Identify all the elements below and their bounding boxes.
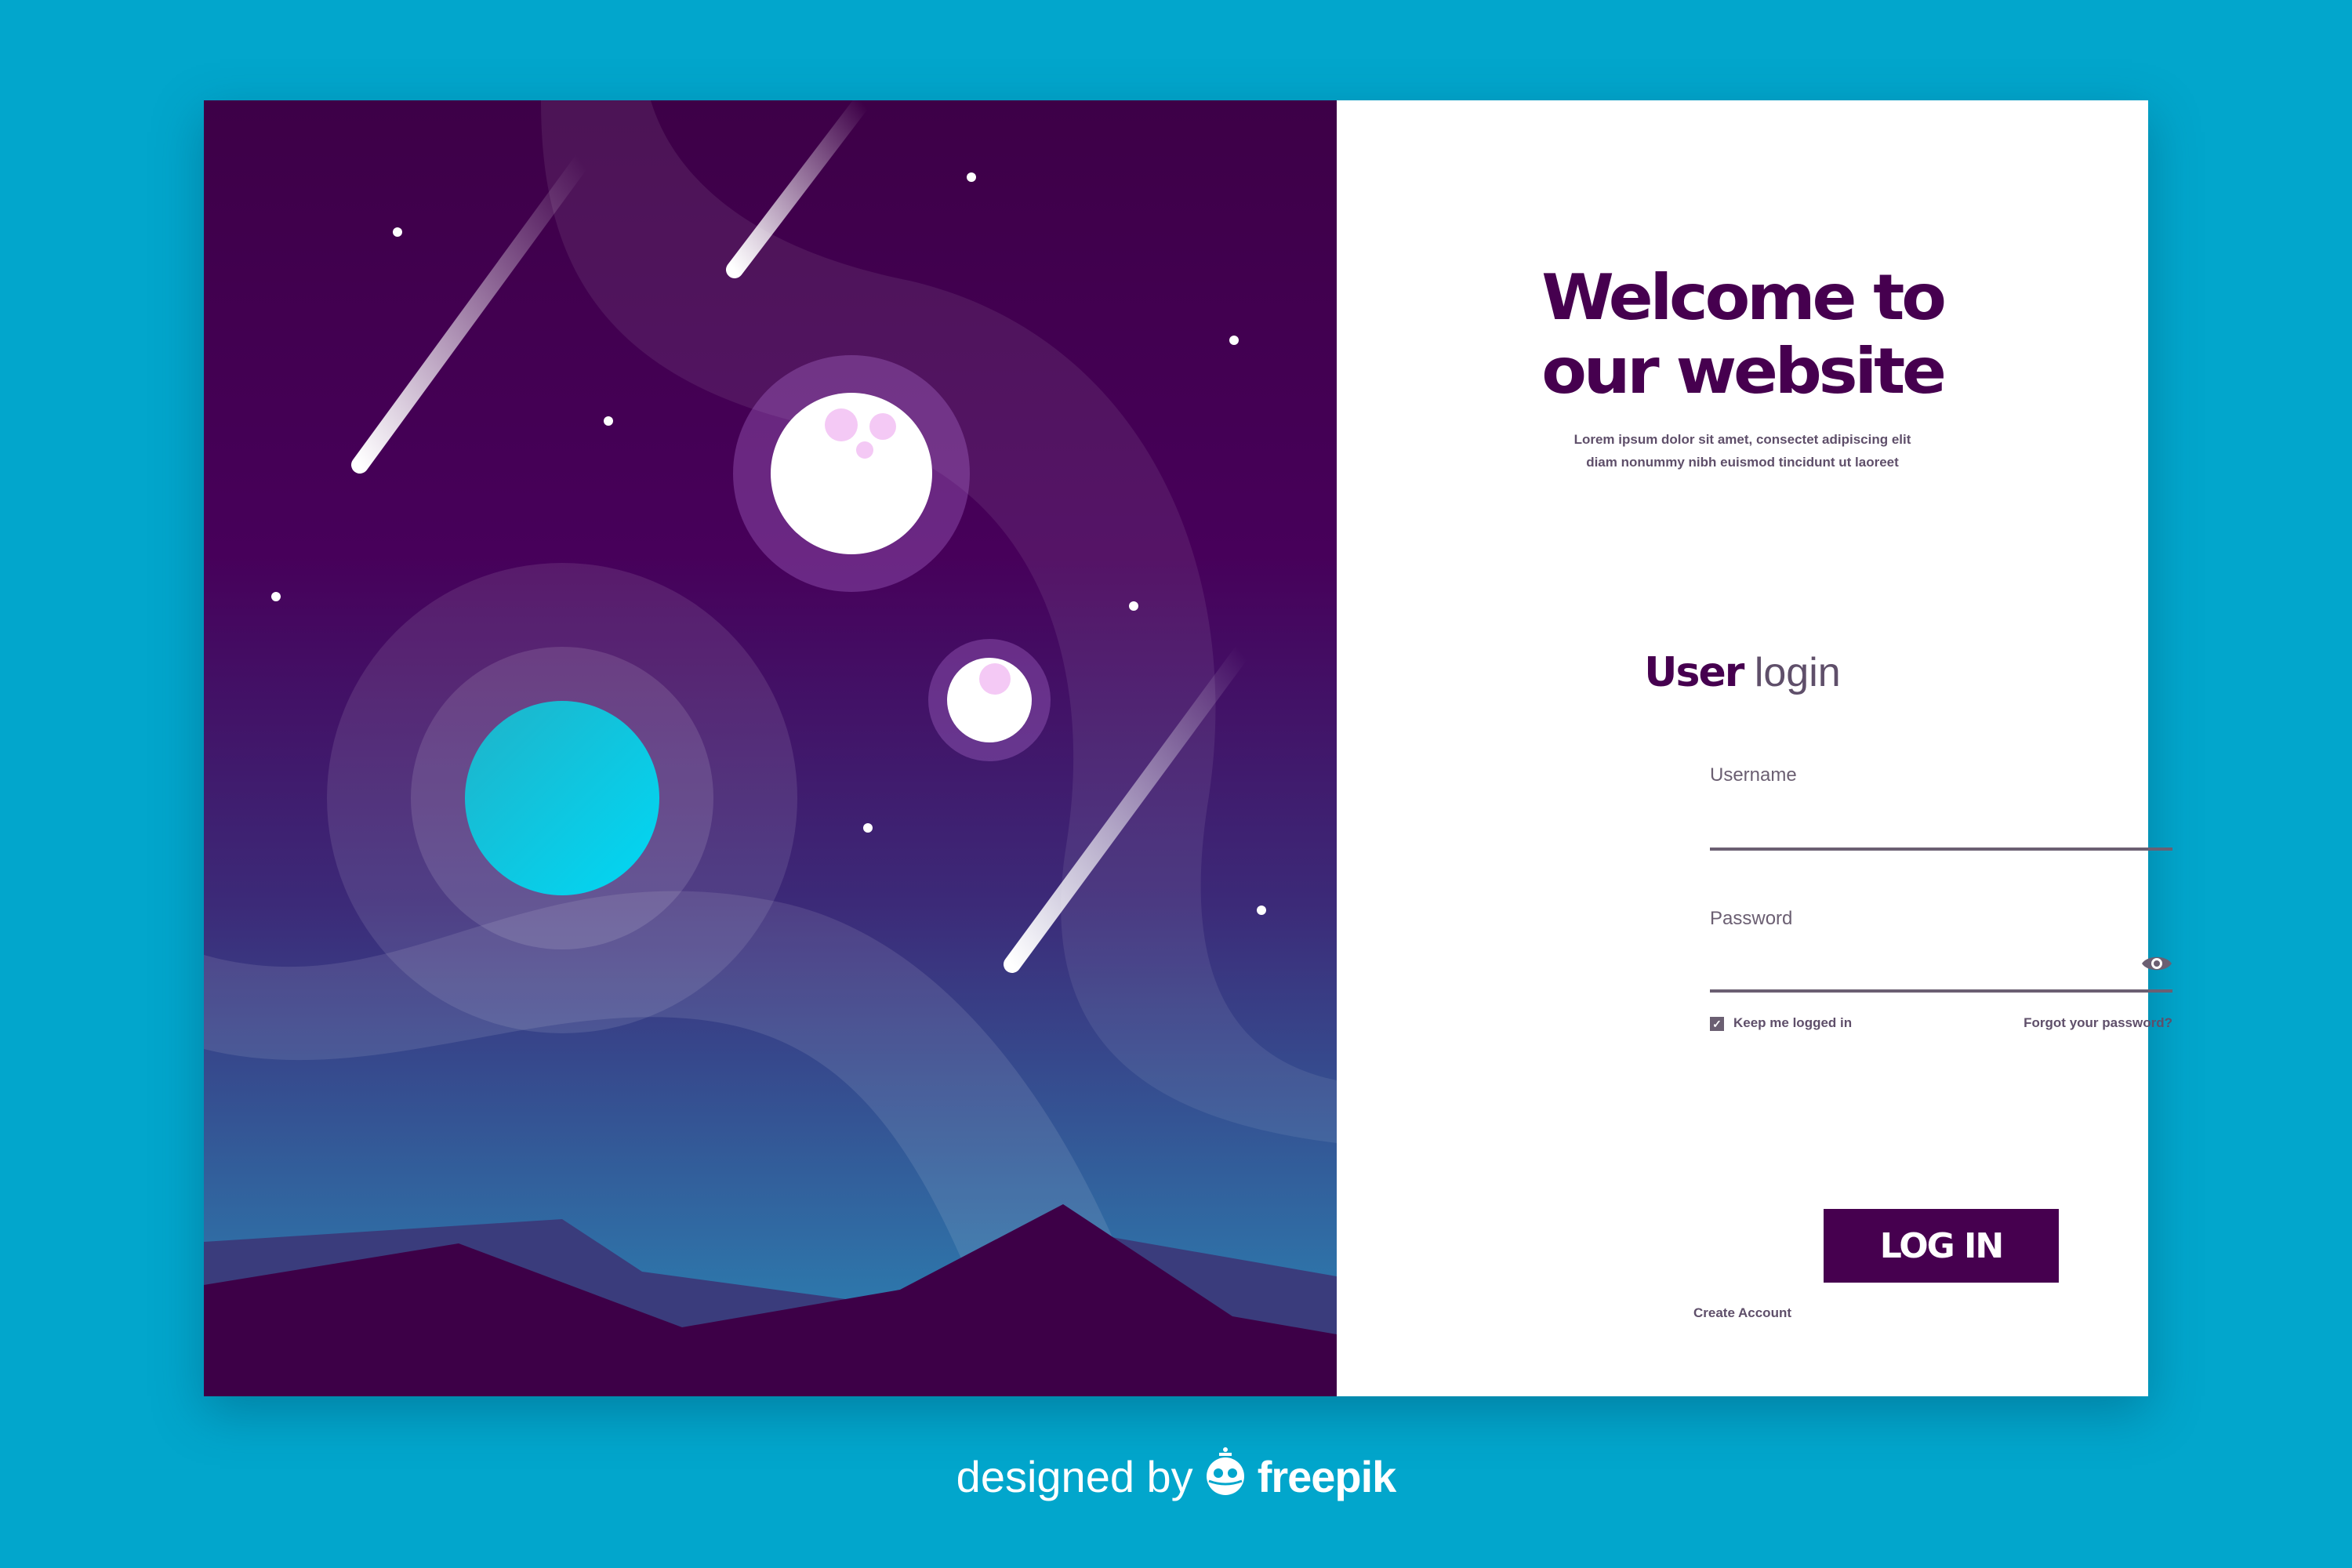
keep-logged-in-checkbox[interactable]: ✓ <box>1710 1016 1724 1031</box>
login-heading-light: login <box>1754 650 1841 695</box>
password-field: Password <box>1710 908 2172 994</box>
create-account-link[interactable]: Create Account <box>1337 1305 2148 1321</box>
login-card: Welcome to our website Lorem ipsum dolor… <box>204 100 2172 1396</box>
login-heading: User login <box>1337 649 2148 696</box>
freepik-brand: freepik <box>1257 1452 1397 1501</box>
login-panel: Welcome to our website Lorem ipsum dolor… <box>1337 100 2172 1396</box>
footer-credit: designed by freepik <box>0 1446 2352 1504</box>
password-label: Password <box>1710 908 1793 929</box>
subtitle: Lorem ipsum dolor sit amet, consectet ad… <box>1337 428 2148 474</box>
password-input[interactable] <box>1710 953 2136 986</box>
password-underline <box>1710 989 2172 993</box>
page-title: Welcome to our website <box>1316 261 2169 408</box>
login-heading-bold: User <box>1644 649 1744 696</box>
space-illustration <box>204 100 1337 1396</box>
eye-icon[interactable] <box>2141 953 2172 974</box>
username-field: Username <box>1710 764 2172 851</box>
forgot-password-link[interactable]: Forgot your password? <box>2024 1015 2172 1031</box>
freepik-logo-icon <box>1206 1447 1244 1495</box>
username-label: Username <box>1710 764 1797 786</box>
username-input[interactable] <box>1710 811 2136 844</box>
white-moon <box>733 355 970 592</box>
login-button[interactable]: LOG IN <box>1824 1209 2059 1283</box>
login-options: ✓ Keep me logged in Forgot your password? <box>1710 1015 2172 1031</box>
title-line-1: Welcome to <box>1541 261 1947 334</box>
designed-by-text: designed by <box>956 1452 1193 1501</box>
keep-logged-in-label[interactable]: Keep me logged in <box>1733 1015 1852 1030</box>
blue-planet <box>327 563 797 1033</box>
subtitle-line-1: Lorem ipsum dolor sit amet, consectet ad… <box>1573 432 1911 447</box>
title-line-2: our website <box>1541 335 1947 408</box>
subtitle-line-2: diam nonummy nibh euismod tincidunt ut l… <box>1586 455 1899 470</box>
small-moon <box>928 639 1051 761</box>
username-underline <box>1710 848 2172 851</box>
